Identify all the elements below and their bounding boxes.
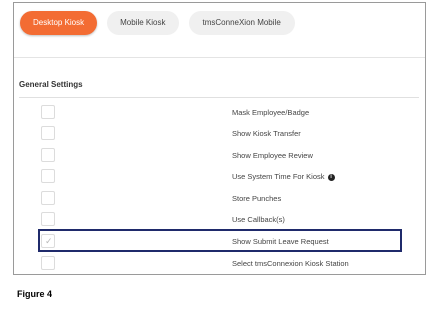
- info-icon[interactable]: i: [327, 173, 335, 181]
- setting-row-mask-employee-badge: Mask Employee/Badge: [14, 103, 425, 123]
- use-callbacks-checkbox[interactable]: [41, 212, 55, 226]
- setting-label: Mask Employee/Badge: [232, 108, 310, 117]
- setting-row-select-kiosk-station: Select tmsConnexion Kiosk Station: [14, 254, 425, 274]
- figure-caption: Figure 4: [17, 289, 53, 299]
- section-title: General Settings: [19, 80, 83, 89]
- tab-mobile-kiosk[interactable]: Mobile Kiosk: [107, 11, 179, 35]
- setting-row-use-system-time: Use System Time For Kiosk i: [14, 167, 425, 187]
- tab-desktop-kiosk[interactable]: Desktop Kiosk: [20, 11, 98, 35]
- setting-row-show-kiosk-transfer: Show Kiosk Transfer: [14, 124, 425, 144]
- show-kiosk-transfer-checkbox[interactable]: [41, 126, 55, 140]
- store-punches-checkbox[interactable]: [41, 191, 55, 205]
- highlight-box: [38, 229, 402, 252]
- kiosk-settings-panel: Desktop Kiosk Mobile Kiosk tmsConneXion …: [13, 2, 426, 275]
- setting-row-show-employee-review: Show Employee Review: [14, 146, 425, 166]
- kiosk-tabs: Desktop Kiosk Mobile Kiosk tmsConneXion …: [20, 11, 295, 35]
- select-kiosk-station-checkbox[interactable]: [41, 256, 55, 270]
- setting-label: Use Callback(s): [232, 215, 285, 224]
- setting-row-use-callbacks: Use Callback(s): [14, 210, 425, 230]
- tab-tmsconnexion-mobile[interactable]: tmsConneXion Mobile: [188, 11, 295, 35]
- setting-label-text: Use System Time For Kiosk: [232, 172, 325, 181]
- setting-label: Select tmsConnexion Kiosk Station: [232, 259, 349, 268]
- setting-row-store-punches: Store Punches: [14, 189, 425, 209]
- mask-employee-badge-checkbox[interactable]: [41, 105, 55, 119]
- section-divider: [19, 97, 419, 98]
- use-system-time-checkbox[interactable]: [41, 169, 55, 183]
- tabs-divider: [14, 57, 425, 58]
- setting-label: Store Punches: [232, 194, 282, 203]
- show-employee-review-checkbox[interactable]: [41, 148, 55, 162]
- setting-label: Show Kiosk Transfer: [232, 129, 301, 138]
- setting-label: Show Employee Review: [232, 151, 313, 160]
- setting-label: Use System Time For Kiosk i: [232, 172, 335, 181]
